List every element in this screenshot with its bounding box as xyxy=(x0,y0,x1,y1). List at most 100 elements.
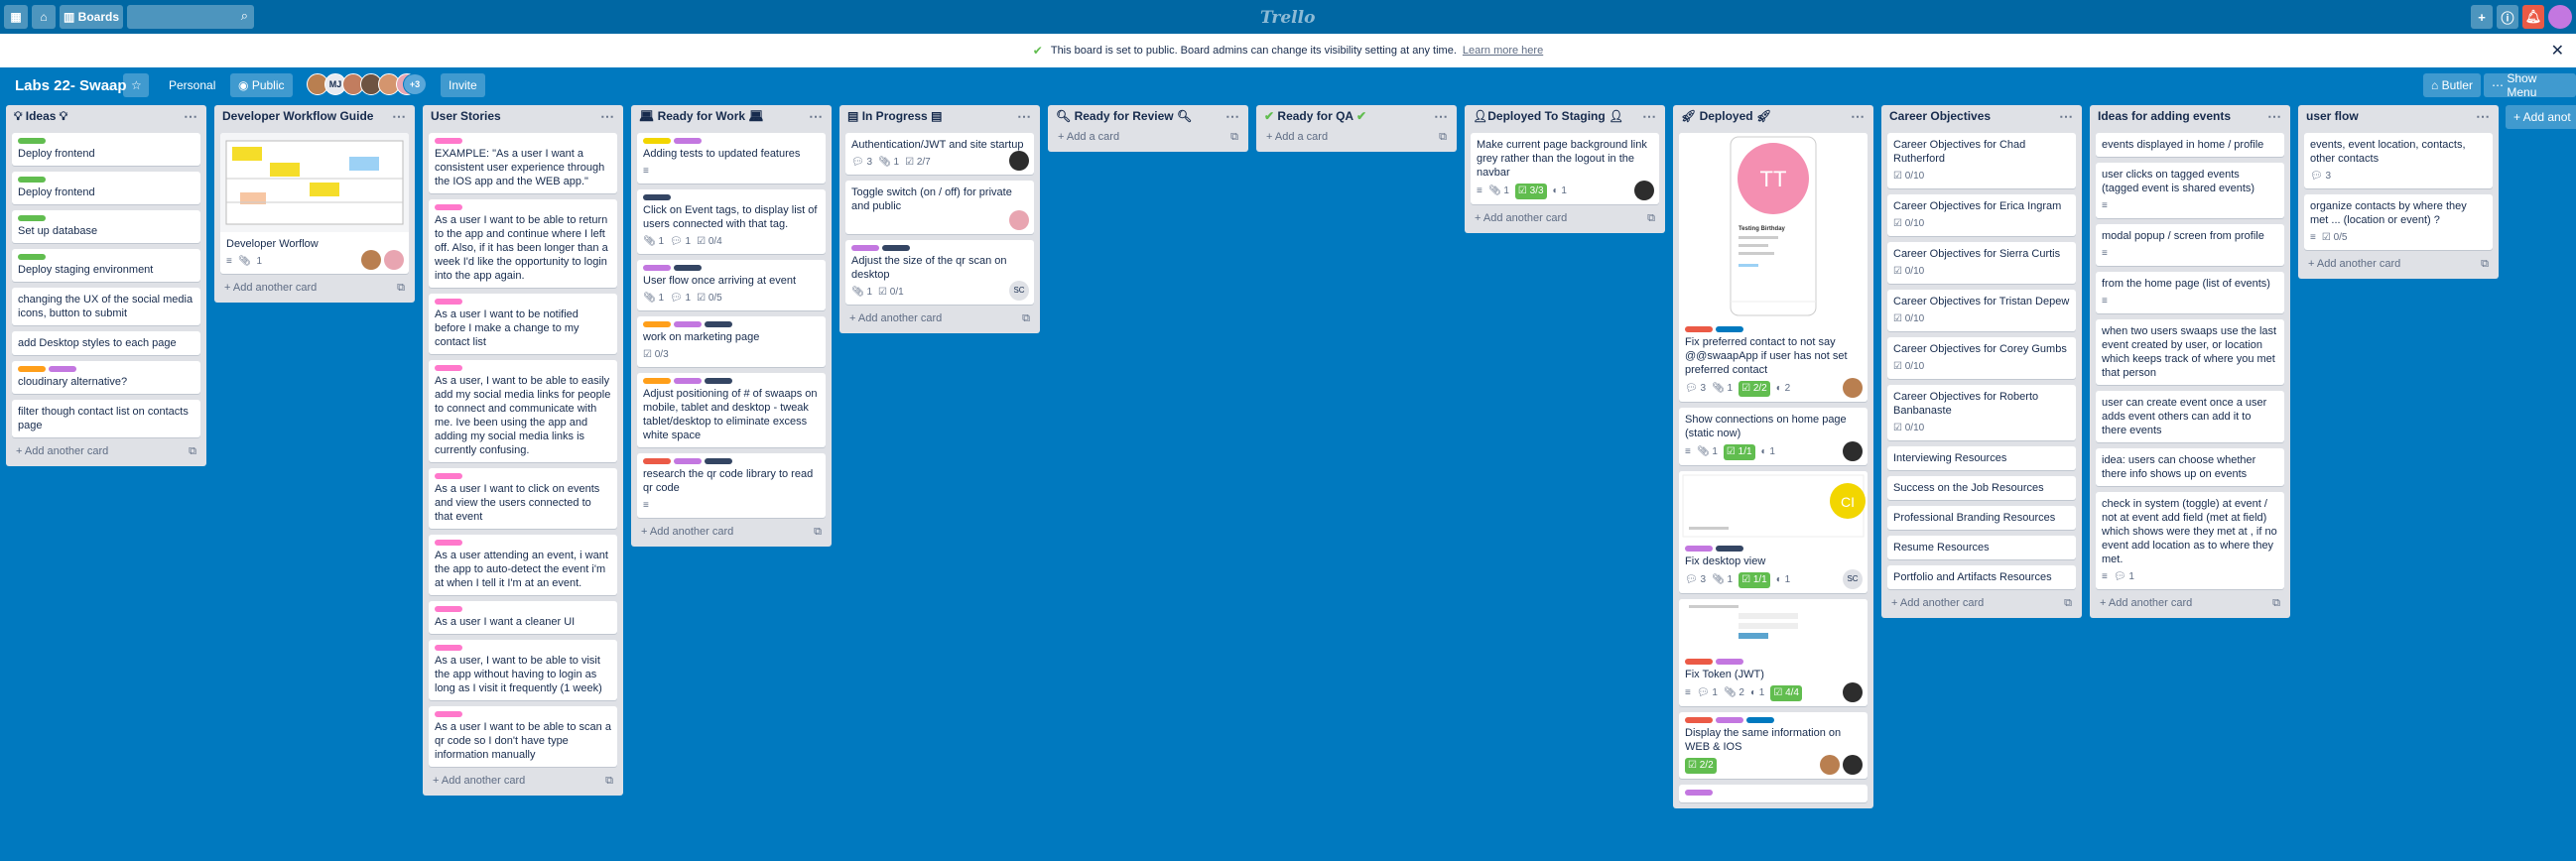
card[interactable]: check in system (toggle) at event / not … xyxy=(2096,492,2284,589)
list-title[interactable]: 💡︎ Ideas 💡︎ xyxy=(14,109,67,124)
list-menu-icon[interactable]: ⋯ xyxy=(1851,108,1866,125)
card[interactable]: Adding tests to updated features ≡ xyxy=(637,133,826,184)
close-icon[interactable]: ✕ xyxy=(2551,41,2564,61)
card-template-icon[interactable]: ⧉ xyxy=(2064,597,2072,610)
card[interactable]: user can create event once a user adds e… xyxy=(2096,391,2284,442)
card[interactable] xyxy=(1679,785,1868,802)
card[interactable]: research the qr code library to read qr … xyxy=(637,453,826,518)
star-icon[interactable]: ☆ xyxy=(123,73,149,97)
butler-button[interactable]: ⌂ Butler xyxy=(2423,73,2481,97)
add-list-button[interactable]: + Add anot xyxy=(2506,105,2576,129)
card-template-icon[interactable]: ⧉ xyxy=(2272,597,2280,610)
card[interactable]: EXAMPLE: "As a user I want a consistent … xyxy=(429,133,617,193)
card[interactable]: Set up database xyxy=(12,210,200,243)
card[interactable]: Portfolio and Artifacts Resources xyxy=(1887,565,2076,589)
card[interactable]: cloudinary alternative? xyxy=(12,361,200,394)
add-card-button[interactable]: + Add another card ⧉ xyxy=(1887,589,2076,612)
card[interactable]: User flow once arriving at event 📎︎ 1 💬︎ 1… xyxy=(637,260,826,310)
card[interactable]: events displayed in home / profile xyxy=(2096,133,2284,157)
list-title[interactable]: user flow xyxy=(2306,109,2359,123)
list-title[interactable]: 🔍︎ Ready for Review 🔍︎ xyxy=(1056,109,1192,123)
list-menu-icon[interactable]: ⋯ xyxy=(184,108,198,125)
card[interactable]: Make current page background link grey r… xyxy=(1471,133,1659,204)
apps-grid-icon[interactable]: ▦ xyxy=(4,5,28,29)
add-card-button[interactable]: + Add another card ⧉ xyxy=(845,305,1034,327)
card[interactable]: user clicks on tagged events (tagged eve… xyxy=(2096,163,2284,218)
card[interactable]: As a user I want to be notified before I… xyxy=(429,294,617,354)
card[interactable]: from the home page (list of events) ≡ xyxy=(2096,272,2284,313)
list-menu-icon[interactable]: ⋯ xyxy=(392,108,407,125)
list-title[interactable]: Ideas for adding events xyxy=(2098,109,2231,123)
visibility-button[interactable]: ◉ Public xyxy=(230,73,293,97)
home-icon[interactable]: ⌂ xyxy=(32,5,56,29)
card[interactable]: work on marketing page ☑ 0/3 xyxy=(637,316,826,367)
card[interactable]: As a user attending an event, i want the… xyxy=(429,535,617,595)
list-menu-icon[interactable]: ⋯ xyxy=(2476,108,2491,125)
card[interactable]: As a user, I want to be able to visit th… xyxy=(429,640,617,700)
card[interactable]: Adjust positioning of # of swaaps on mob… xyxy=(637,373,826,447)
list-menu-icon[interactable]: ⋯ xyxy=(1642,108,1657,125)
card[interactable]: add Desktop styles to each page xyxy=(12,331,200,355)
list-title[interactable]: ✔ Ready for QA ✔ xyxy=(1264,109,1366,123)
card-template-icon[interactable]: ⧉ xyxy=(1230,131,1238,144)
add-icon[interactable]: + xyxy=(2471,5,2493,29)
list-title[interactable]: User Stories xyxy=(431,109,501,123)
card-template-icon[interactable]: ⧉ xyxy=(2481,258,2489,271)
list-title[interactable]: ▤ In Progress ▤ xyxy=(847,109,942,123)
card-template-icon[interactable]: ⧉ xyxy=(814,526,822,539)
add-card-button[interactable]: + Add a card ⧉ xyxy=(1262,127,1451,146)
list-menu-icon[interactable]: ⋯ xyxy=(1434,108,1449,125)
card[interactable]: Developer Worflow ≡ 📎︎ 1 xyxy=(220,133,409,274)
search-input[interactable]: ⌕ xyxy=(127,5,255,29)
card-template-icon[interactable]: ⧉ xyxy=(605,775,613,788)
list-title[interactable]: Developer Workflow Guide xyxy=(222,109,373,123)
notification-bell-icon[interactable]: 🔔︎ xyxy=(2522,5,2544,29)
card[interactable]: idea: users can choose whether there inf… xyxy=(2096,448,2284,486)
add-card-button[interactable]: + Add another card ⧉ xyxy=(2304,250,2493,273)
card[interactable]: Success on the Job Resources xyxy=(1887,476,2076,500)
card[interactable]: TT Testing Birthday Fix preferred contact… xyxy=(1679,133,1868,402)
card-template-icon[interactable]: ⧉ xyxy=(1439,131,1447,144)
list-title[interactable]: Career Objectives xyxy=(1889,109,1991,123)
card[interactable]: Career Objectives for Corey Gumbs ☑ 0/10 xyxy=(1887,337,2076,379)
add-card-button[interactable]: + Add another card ⧉ xyxy=(2096,589,2284,612)
card[interactable]: Toggle switch (on / off) for private and… xyxy=(845,181,1034,234)
card[interactable]: As a user, I want to be able to easily a… xyxy=(429,360,617,462)
learn-more-link[interactable]: Learn more here xyxy=(1463,45,1543,57)
card[interactable]: Show connections on home page (static no… xyxy=(1679,408,1868,465)
card[interactable]: Deploy frontend xyxy=(12,172,200,204)
list-title[interactable]: 💻︎ Ready for Work 💻︎ xyxy=(639,109,764,123)
card[interactable]: Authentication/JWT and site startup 💬︎ 3 📎… xyxy=(845,133,1034,175)
card[interactable]: Career Objectives for Tristan Depew ☑ 0/1… xyxy=(1887,290,2076,331)
add-card-button[interactable]: + Add another card ⧉ xyxy=(637,518,826,541)
add-card-button[interactable]: + Add another card ⧉ xyxy=(429,767,617,790)
list-title[interactable]: 👤︎Deployed To Staging 👤︎ xyxy=(1473,109,1623,123)
card-template-icon[interactable]: ⧉ xyxy=(189,445,196,458)
card[interactable]: As a user I want to be able to return to… xyxy=(429,199,617,288)
list-menu-icon[interactable]: ⋯ xyxy=(1225,108,1240,125)
add-card-button[interactable]: + Add another card ⧉ xyxy=(12,437,200,460)
add-card-button[interactable]: + Add another card ⧉ xyxy=(1471,204,1659,227)
list-menu-icon[interactable]: ⋯ xyxy=(1017,108,1032,125)
show-menu-button[interactable]: ⋯ Show Menu xyxy=(2484,71,2576,99)
card-template-icon[interactable]: ⧉ xyxy=(1022,312,1030,325)
boards-button[interactable]: ▥ Boards xyxy=(60,5,124,29)
card[interactable]: Professional Branding Resources xyxy=(1887,506,2076,530)
card-template-icon[interactable]: ⧉ xyxy=(1647,212,1655,225)
card[interactable]: Career Objectives for Erica Ingram ☑ 0/10 xyxy=(1887,194,2076,236)
card[interactable]: organize contacts by where they met ... … xyxy=(2304,194,2493,250)
card[interactable]: Career Objectives for Chad Rutherford ☑ 0… xyxy=(1887,133,2076,188)
card-template-icon[interactable]: ⧉ xyxy=(397,282,405,295)
card[interactable]: Adjust the size of the qr scan on deskto… xyxy=(845,240,1034,305)
card[interactable]: changing the UX of the social media icon… xyxy=(12,288,200,325)
card[interactable]: As a user I want to be able to scan a qr… xyxy=(429,706,617,767)
card[interactable]: when two users swaaps use the last event… xyxy=(2096,319,2284,385)
list-menu-icon[interactable]: ⋯ xyxy=(2267,108,2282,125)
team-button[interactable]: Personal xyxy=(161,73,223,97)
card[interactable]: Display the same information on WEB & IO… xyxy=(1679,712,1868,779)
card[interactable]: Career Objectives for Roberto Banbanaste… xyxy=(1887,385,2076,440)
card[interactable]: Interviewing Resources xyxy=(1887,446,2076,470)
info-icon[interactable]: ⓘ xyxy=(2497,5,2518,29)
card[interactable]: As a user I want a cleaner UI xyxy=(429,601,617,634)
list-menu-icon[interactable]: ⋯ xyxy=(809,108,824,125)
